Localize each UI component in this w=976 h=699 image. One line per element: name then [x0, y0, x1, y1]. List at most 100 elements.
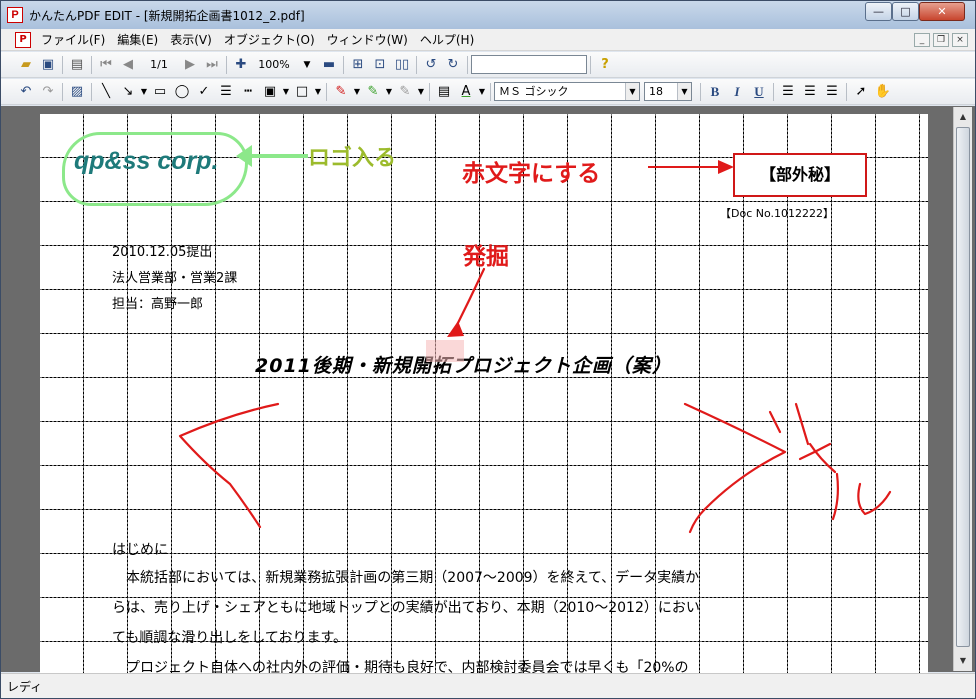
toolbar-separator [700, 82, 701, 101]
open-icon[interactable]: ▰ [15, 55, 37, 75]
arrow-tool-icon[interactable]: ↘ [117, 82, 139, 102]
green-pen-icon[interactable]: ✎ [362, 82, 384, 102]
bold-button[interactable]: B [704, 82, 726, 102]
next-page-icon[interactable]: ▶ [179, 55, 201, 75]
border-dropdown-icon[interactable]: ▼ [313, 82, 323, 102]
right-bracket-stroke [683, 402, 787, 534]
search-input[interactable] [471, 55, 587, 74]
font-name-select[interactable]: ＭＳ ゴシック ▼ [494, 82, 640, 101]
help-icon[interactable]: ? [594, 55, 616, 75]
drawing-toolbar: ↶ ↷ ▨ ╲ ↘ ▼ ▭ ◯ ✓ ☰ ┅ ▣ ▼ □ ▼ ✎ ▼ ✎ ▼ ✎ … [1, 79, 975, 105]
align-left-icon[interactable]: ☰ [777, 82, 799, 102]
freehand-annotations[interactable] [40, 114, 928, 674]
scrollbar-thumb[interactable] [956, 127, 970, 647]
toolbar-separator [326, 82, 327, 101]
intro-heading: はじめに [112, 542, 168, 558]
text-box-icon[interactable]: ▤ [433, 82, 455, 102]
pdf-page[interactable]: qp&ss corp. ロゴ入る 赤文字にする 【部外秘】 【Doc No.10… [40, 114, 928, 674]
zoom-in-icon[interactable]: ✚ [230, 55, 252, 75]
zoom-level[interactable]: 100% [252, 58, 296, 71]
line-tool-icon[interactable]: ╲ [95, 82, 117, 102]
fill-color-icon[interactable]: ▣ [259, 82, 281, 102]
app-window: P かんたんPDF EDIT - [新規開拓企画書1012_2.pdf] — □… [0, 0, 976, 699]
menu-view[interactable]: 表示(V) [164, 30, 218, 50]
body-line-1: 本統括部においては、新規業務拡張計画の第三期（2007～2009）を終えて、デー… [112, 570, 700, 586]
status-bar: レディ [1, 673, 975, 698]
maximize-button[interactable]: □ [892, 2, 919, 21]
red-pen-icon[interactable]: ✎ [330, 82, 352, 102]
fit-page-icon[interactable]: ⊡ [369, 55, 391, 75]
vertical-scrollbar[interactable]: ▲ ▼ [953, 107, 972, 671]
menu-window[interactable]: ウィンドウ(W) [321, 30, 414, 50]
text-color-dropdown-icon[interactable]: ▼ [477, 82, 487, 102]
mdi-close-button[interactable]: × [952, 33, 968, 47]
rotate-left-icon[interactable]: ↺ [420, 55, 442, 75]
toolbar-separator [62, 55, 63, 74]
main-toolbar: ▰ ▣ ▤ ⏮ ◀ 1/1 ▶ ⏭ ✚ 100% ▼ ▬ ⊞ ⊡ ▯▯ ↺ ↻ … [1, 52, 975, 78]
prev-page-icon[interactable]: ◀ [117, 55, 139, 75]
minimize-button[interactable]: — [865, 2, 892, 21]
menu-help[interactable]: ヘルプ(H) [414, 30, 480, 50]
redo-icon[interactable]: ↷ [37, 82, 59, 102]
scroll-down-icon[interactable]: ▼ [956, 653, 970, 668]
fill-dropdown-icon[interactable]: ▼ [281, 82, 291, 102]
highlighter-dropdown-icon[interactable]: ▼ [416, 82, 426, 102]
line-weight-icon[interactable]: ☰ [215, 82, 237, 102]
toolbar-separator [91, 82, 92, 101]
chevron-down-icon[interactable]: ▼ [677, 83, 691, 100]
window-title: かんたんPDF EDIT - [新規開拓企画書1012_2.pdf] [29, 8, 305, 23]
select-pointer-icon[interactable]: ➚ [850, 82, 872, 102]
page-indicator[interactable]: 1/1 [139, 58, 179, 71]
toolbar-separator [490, 82, 491, 101]
body-line-3: ても順調な滑り出しをしております。 [112, 630, 348, 646]
italic-button[interactable]: I [726, 82, 748, 102]
align-right-icon[interactable]: ☰ [821, 82, 843, 102]
font-name-value: ＭＳ ゴシック [499, 85, 569, 98]
fit-width-icon[interactable]: ⊞ [347, 55, 369, 75]
green-pen-dropdown-icon[interactable]: ▼ [384, 82, 394, 102]
app-icon[interactable]: P [7, 7, 23, 23]
scroll-up-icon[interactable]: ▲ [956, 109, 970, 124]
insert-image-icon[interactable]: ▨ [66, 82, 88, 102]
document-workspace[interactable]: qp&ss corp. ロゴ入る 赤文字にする 【部外秘】 【Doc No.10… [1, 106, 975, 674]
rotate-right-icon[interactable]: ↻ [442, 55, 464, 75]
red-pen-dropdown-icon[interactable]: ▼ [352, 82, 362, 102]
dig-arrow-head [447, 321, 464, 337]
undo-icon[interactable]: ↶ [15, 82, 37, 102]
toolbar-separator [91, 55, 92, 74]
zoom-dropdown-icon[interactable]: ▼ [296, 55, 318, 75]
check-tool-icon[interactable]: ✓ [193, 82, 215, 102]
left-bracket-stroke [178, 402, 280, 529]
last-page-icon[interactable]: ⏭ [201, 55, 223, 75]
toolbar-separator [62, 82, 63, 101]
two-page-icon[interactable]: ▯▯ [391, 55, 413, 75]
first-page-icon[interactable]: ⏮ [95, 55, 117, 75]
print-icon[interactable]: ▤ [66, 55, 88, 75]
font-size-select[interactable]: 18 ▼ [644, 82, 692, 101]
hand-tool-icon[interactable]: ✋ [872, 82, 894, 102]
toolbar-separator [416, 55, 417, 74]
ellipse-tool-icon[interactable]: ◯ [171, 82, 193, 102]
menu-object[interactable]: オブジェクト(O) [218, 30, 321, 50]
border-color-icon[interactable]: □ [291, 82, 313, 102]
document-icon[interactable]: P [15, 31, 31, 48]
close-button[interactable]: ✕ [919, 2, 965, 21]
menu-file[interactable]: ファイル(F) [35, 30, 111, 50]
line-style-icon[interactable]: ┅ [237, 82, 259, 102]
mdi-restore-button[interactable]: ❐ [933, 33, 949, 47]
handwritten-mark-1 [768, 402, 810, 446]
rectangle-tool-icon[interactable]: ▭ [149, 82, 171, 102]
text-color-icon[interactable]: A [455, 82, 477, 102]
align-center-icon[interactable]: ☰ [799, 82, 821, 102]
toolbar-separator [590, 55, 591, 74]
save-icon[interactable]: ▣ [37, 55, 59, 75]
menu-edit[interactable]: 編集(E) [111, 30, 164, 50]
chevron-down-icon[interactable]: ▼ [625, 83, 639, 100]
underline-button[interactable]: U [748, 82, 770, 102]
highlighter-icon[interactable]: ✎ [394, 82, 416, 102]
arrow-dropdown-icon[interactable]: ▼ [139, 82, 149, 102]
title-bar[interactable]: P かんたんPDF EDIT - [新規開拓企画書1012_2.pdf] — □… [1, 1, 975, 29]
mdi-minimize-button[interactable]: _ [914, 33, 930, 47]
zoom-out-icon[interactable]: ▬ [318, 55, 340, 75]
body-line-4: プロジェクト自体への社内外の評価・期待も良好で、内部検討委員会では早くも「20%… [112, 660, 689, 674]
